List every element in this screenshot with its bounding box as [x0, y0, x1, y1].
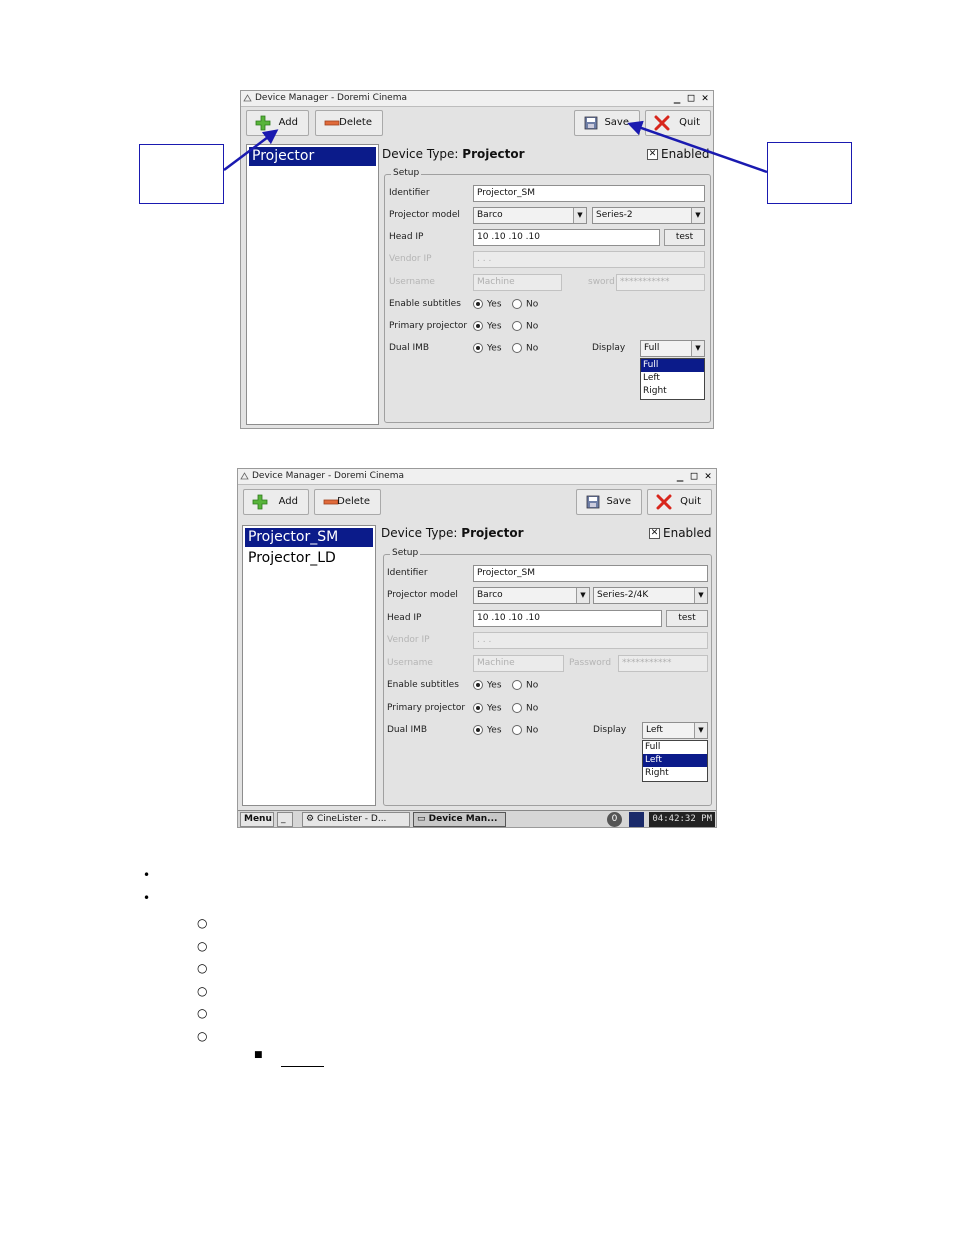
display-option-left[interactable]: Left — [641, 372, 704, 385]
projector-make-select[interactable]: Barco ▼ — [473, 587, 590, 604]
sub-bullet-marker: ○ — [197, 984, 208, 998]
menu-button[interactable]: Menu — [240, 812, 274, 827]
head-ip-label: Head IP — [387, 613, 422, 623]
primary-yes-radio[interactable]: Yes — [473, 703, 502, 714]
save-button[interactable]: Save — [576, 489, 642, 515]
taskbar-item-cinelister[interactable]: ⚙ CineLister - D... — [302, 812, 410, 827]
maximize-icon[interactable]: □ — [688, 470, 700, 482]
sub-bullet-marker: ○ — [197, 939, 208, 953]
list-item-projector-sm[interactable]: Projector_SM — [245, 528, 373, 547]
checkbox-icon: ✕ — [649, 528, 660, 539]
device-type-label: Device Type: Projector — [381, 526, 524, 540]
callout-arrows — [223, 120, 768, 174]
projector-series-select[interactable]: Series-2/4K ▼ — [593, 587, 708, 604]
chevron-down-icon: ▼ — [694, 588, 707, 603]
username-field: Machine — [473, 655, 564, 672]
sub-bullet-marker: ○ — [197, 1029, 208, 1043]
subtitles-yes-radio[interactable]: Yes — [473, 680, 502, 691]
arrow-to-add-button — [223, 129, 279, 171]
show-desktop-button[interactable]: _ — [277, 812, 293, 827]
display-select[interactable]: Left ▼ — [642, 722, 708, 739]
window-title: Device Manager - Doremi Cinema — [252, 471, 404, 481]
display-dropdown-list: Full Left Right — [642, 740, 708, 782]
close-icon[interactable]: ✕ — [702, 470, 714, 482]
taskbar-item-device-manager[interactable]: ▭ Device Man... — [413, 812, 506, 827]
clock: 04:42:32 PM — [649, 812, 715, 827]
identifier-field[interactable]: Projector_SM — [473, 565, 708, 582]
enable-subtitles-label: Enable subtitles — [387, 680, 459, 690]
subtitles-yes-radio[interactable]: Yes — [473, 299, 502, 310]
sub-bullet-marker: ○ — [197, 1006, 208, 1020]
bullet-marker: • — [143, 891, 151, 905]
tray-badge: 0 — [607, 812, 622, 827]
quit-button[interactable]: Quit — [647, 489, 712, 515]
chevron-down-icon: ▼ — [694, 723, 707, 738]
dual-imb-no-radio[interactable]: No — [512, 343, 538, 354]
display-option-full[interactable]: Full — [643, 741, 707, 754]
vendor-ip-label: Vendor IP — [387, 635, 430, 645]
display-option-left[interactable]: Left — [643, 754, 707, 767]
underline-rule — [281, 1066, 324, 1067]
display-option-right[interactable]: Right — [641, 385, 704, 398]
enable-subtitles-label: Enable subtitles — [389, 299, 461, 309]
dual-imb-yes-radio[interactable]: Yes — [473, 725, 502, 736]
display-dropdown-list: Full Left Right — [640, 358, 705, 400]
list-item-projector-ld[interactable]: Projector_LD — [245, 549, 373, 568]
primary-projector-label: Primary projector — [389, 321, 468, 331]
display-option-right[interactable]: Right — [643, 767, 707, 780]
add-button[interactable]: Add — [243, 489, 309, 515]
bullet-marker: • — [143, 868, 151, 882]
primary-projector-label: Primary projector — [387, 703, 466, 713]
sub-sub-bullet-marker: ■ — [254, 1050, 263, 1060]
device-manager-window-2: Device Manager - Doremi Cinema _ □ ✕ Add… — [237, 468, 717, 828]
minimize-icon[interactable]: _ — [674, 470, 686, 482]
display-select[interactable]: Full ▼ — [640, 340, 705, 357]
dual-imb-label: Dual IMB — [389, 343, 430, 353]
display-label: Display — [593, 725, 627, 735]
tray-block — [629, 812, 644, 827]
enabled-checkbox[interactable]: ✕ Enabled — [649, 526, 712, 540]
sub-bullet-marker: ○ — [197, 916, 208, 930]
password-label: Password — [569, 658, 612, 668]
dual-imb-yes-radio[interactable]: Yes — [473, 343, 502, 354]
primary-no-radio[interactable]: No — [512, 703, 538, 714]
projector-model-label: Projector model — [387, 590, 458, 600]
vendor-ip-field: . . . — [473, 632, 708, 649]
dual-imb-label: Dual IMB — [387, 725, 428, 735]
display-option-full[interactable]: Full — [641, 359, 704, 372]
head-ip-field[interactable]: 10 .10 .10 .10 — [473, 610, 662, 627]
delete-button[interactable]: Delete — [314, 489, 381, 515]
app-icon — [240, 472, 249, 480]
chevron-down-icon: ▼ — [576, 588, 589, 603]
sub-bullet-marker: ○ — [197, 961, 208, 975]
title-bar: Device Manager - Doremi Cinema _ □ ✕ — [238, 469, 716, 485]
chevron-down-icon: ▼ — [691, 341, 704, 356]
test-button[interactable]: test — [666, 610, 708, 627]
cinelister-icon: ⚙ — [306, 814, 317, 824]
device-list[interactable]: Projector_SM Projector_LD — [242, 525, 376, 806]
primary-yes-radio[interactable]: Yes — [473, 321, 502, 332]
taskbar: Menu _ ⚙ CineLister - D... ▭ Device Man.… — [238, 810, 716, 827]
primary-no-radio[interactable]: No — [512, 321, 538, 332]
subtitles-no-radio[interactable]: No — [512, 299, 538, 310]
password-field: *********** — [618, 655, 708, 672]
subtitles-no-radio[interactable]: No — [512, 680, 538, 691]
username-label: Username — [387, 658, 433, 668]
setup-label: Setup — [390, 548, 421, 558]
window-icon: ▭ — [417, 814, 429, 824]
identifier-label: Identifier — [387, 568, 428, 578]
arrow-to-save-button — [627, 120, 768, 174]
display-label: Display — [592, 343, 626, 353]
dual-imb-no-radio[interactable]: No — [512, 725, 538, 736]
